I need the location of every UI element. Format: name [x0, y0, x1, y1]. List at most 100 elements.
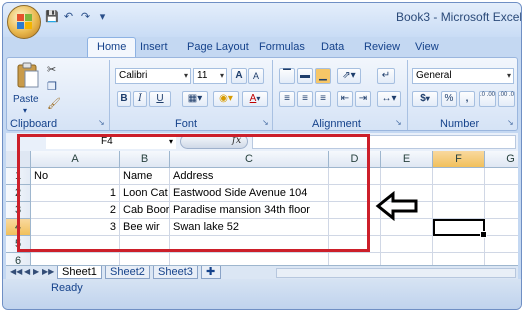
cell-f6[interactable]	[433, 253, 485, 265]
decrease-decimal-button[interactable]: .00 .0	[498, 91, 515, 107]
title-bar: 💾 ↶ ↷ ▾ Book3 - Microsoft Excel	[3, 3, 521, 39]
quick-access-toolbar: 💾 ↶ ↷ ▾	[45, 9, 109, 25]
percent-button[interactable]: %	[441, 91, 457, 107]
tab-insert[interactable]: Insert	[140, 41, 168, 53]
sheet-tab-1[interactable]: Sheet1	[57, 266, 102, 279]
undo-icon[interactable]: ↶	[62, 11, 75, 24]
cell-f1[interactable]	[433, 168, 485, 185]
tab-data[interactable]: Data	[321, 41, 344, 53]
cell-a6[interactable]	[31, 253, 120, 265]
cell-f2[interactable]	[433, 185, 485, 202]
align-left-icon: ≡	[284, 93, 290, 104]
annotation-arrow-icon	[375, 191, 418, 221]
customize-icon[interactable]: ▾	[96, 11, 109, 24]
wrap-text-button[interactable]: ↵	[377, 68, 395, 84]
horizontal-scrollbar[interactable]	[276, 268, 516, 278]
cell-g6[interactable]	[485, 253, 518, 265]
active-cell-cursor	[433, 219, 487, 238]
column-header-e[interactable]: E	[381, 151, 433, 168]
cell-b6[interactable]	[120, 253, 170, 265]
shrink-font-button[interactable]: A	[248, 68, 264, 84]
alignment-launcher-icon[interactable]: ↘	[395, 119, 403, 127]
comma-button[interactable]: ,	[459, 91, 475, 107]
chevron-down-icon: ▾	[219, 71, 224, 80]
currency-button[interactable]: $▾	[412, 91, 438, 107]
align-middle-icon: ▬	[300, 70, 310, 81]
increase-decimal-button[interactable]: .0 .00	[479, 91, 496, 107]
next-sheet-icon[interactable]: ▶	[33, 267, 39, 276]
copy-icon[interactable]: ❐	[47, 80, 57, 93]
decrease-indent-button[interactable]: ⇤	[337, 91, 353, 107]
status-bar: Ready	[3, 279, 521, 309]
orientation-button[interactable]: ⇗▾	[337, 68, 361, 84]
cell-g5[interactable]	[485, 236, 518, 253]
align-left-button[interactable]: ≡	[279, 91, 295, 107]
cell-e5[interactable]	[381, 236, 433, 253]
cell-c6[interactable]	[170, 253, 329, 265]
tab-formulas[interactable]: Formulas	[259, 41, 305, 53]
tab-page-layout[interactable]: Page Layout	[187, 41, 249, 53]
borders-button[interactable]: ▦▾	[182, 91, 208, 107]
cell-g2[interactable]	[485, 185, 518, 202]
group-divider	[272, 60, 273, 130]
cell-e6[interactable]	[381, 253, 433, 265]
save-icon[interactable]: 💾	[45, 11, 59, 24]
align-top-icon: ▔	[283, 70, 291, 81]
font-launcher-icon[interactable]: ↘	[262, 119, 270, 127]
cell-g4[interactable]	[485, 219, 518, 236]
office-button[interactable]	[7, 5, 41, 39]
sheet-tab-3[interactable]: Sheet3	[153, 266, 198, 279]
paste-icon	[17, 62, 39, 88]
cell-g1[interactable]	[485, 168, 518, 185]
cell-g3[interactable]	[485, 202, 518, 219]
tab-view[interactable]: View	[415, 41, 439, 53]
fill-color-icon: ◉▾	[219, 93, 233, 104]
first-sheet-icon[interactable]: ◀◀	[10, 267, 22, 276]
last-sheet-icon[interactable]: ▶▶	[42, 267, 54, 276]
cut-icon[interactable]: ✂	[47, 63, 56, 76]
align-right-icon: ≡	[320, 93, 326, 104]
font-color-button[interactable]: A▾	[242, 91, 268, 107]
cell-d6[interactable]	[329, 253, 381, 265]
cell-f5[interactable]	[433, 236, 485, 253]
insert-sheet-button[interactable]: ✚	[201, 266, 221, 279]
clipboard-launcher-icon[interactable]: ↘	[98, 119, 106, 127]
number-launcher-icon[interactable]: ↘	[507, 119, 515, 127]
sheet-tab-2[interactable]: Sheet2	[105, 266, 150, 279]
fill-handle[interactable]	[480, 231, 487, 238]
previous-sheet-icon[interactable]: ◀	[24, 267, 30, 276]
row-header-6[interactable]: 6	[6, 253, 31, 265]
font-size-select[interactable]: 11 ▾	[193, 68, 227, 84]
align-bottom-button[interactable]: ▁	[315, 68, 331, 84]
bold-button[interactable]: B	[117, 91, 131, 107]
number-group-label: Number	[440, 118, 480, 130]
paste-button[interactable]: Paste ▾	[13, 62, 43, 115]
font-name-value: Calibri	[119, 70, 148, 81]
redo-icon[interactable]: ↷	[79, 11, 92, 24]
increase-indent-button[interactable]: ⇥	[355, 91, 371, 107]
merge-center-button[interactable]: ↔▾	[377, 91, 401, 107]
number-format-select[interactable]: General ▾	[412, 68, 514, 84]
font-name-select[interactable]: Calibri ▾	[115, 68, 191, 84]
fill-color-button[interactable]: ◉▾	[213, 91, 239, 107]
grow-font-button[interactable]: A	[231, 68, 247, 84]
align-top-button[interactable]: ▔	[279, 68, 295, 84]
align-center-button[interactable]: ≡	[297, 91, 313, 107]
merge-center-icon: ↔▾	[381, 93, 397, 104]
column-header-g[interactable]: G	[485, 151, 518, 168]
tab-review[interactable]: Review	[364, 41, 400, 53]
paste-dropdown-icon[interactable]: ▾	[23, 106, 27, 115]
cell-e1[interactable]	[381, 168, 433, 185]
align-middle-button[interactable]: ▬	[297, 68, 313, 84]
underline-button[interactable]: U	[149, 91, 171, 107]
number-format-value: General	[416, 70, 452, 81]
align-right-button[interactable]: ≡	[315, 91, 331, 107]
italic-button[interactable]: I	[133, 91, 147, 107]
cell-f3[interactable]	[433, 202, 485, 219]
clipboard-group-label: Clipboard	[10, 118, 58, 130]
tab-home[interactable]: Home	[87, 37, 137, 57]
chevron-down-icon: ▾	[506, 71, 511, 80]
cell-e4[interactable]	[381, 219, 433, 236]
format-painter-icon[interactable]: 🖌	[47, 97, 61, 110]
column-header-f[interactable]: F	[433, 151, 485, 168]
